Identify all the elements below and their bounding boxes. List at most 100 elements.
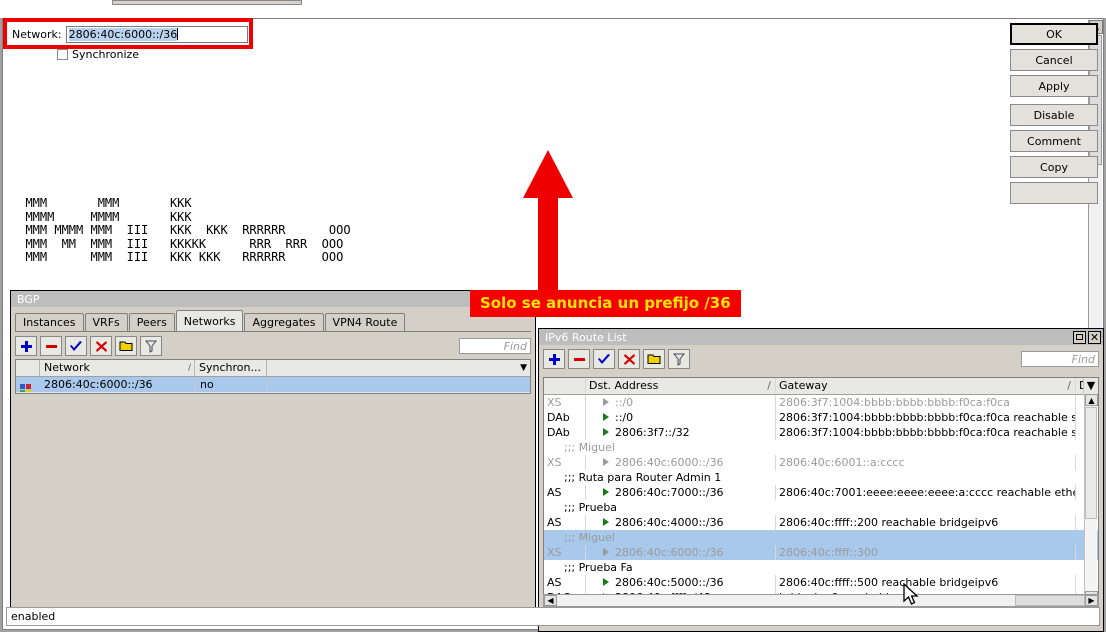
tab-peers[interactable]: Peers: [129, 313, 175, 331]
route-comment-text: ;;; Miguel: [544, 530, 1098, 545]
sort-indicator-icon: /: [767, 378, 771, 393]
filter-button[interactable]: [668, 349, 690, 369]
scroll-up-arrow-icon[interactable]: ▲: [1085, 394, 1098, 406]
route-flags: DAb: [544, 410, 586, 425]
route-expand-icon: [603, 488, 609, 496]
route-dst-address: 2806:40c:7000::/36: [586, 485, 776, 500]
route-flags: XS: [544, 545, 586, 560]
apply-button[interactable]: Apply: [1010, 75, 1098, 97]
route-row[interactable]: AS2806:40c:4000::/362806:40c:ffff::200 r…: [544, 515, 1098, 530]
copy-button[interactable]: Copy: [1010, 156, 1098, 178]
route-gateway: 2806:3f7:1004:bbbb:bbbb:bbbb:f0ca:f0ca: [776, 395, 1076, 410]
col-dst-address[interactable]: Dst. Address /: [586, 378, 776, 393]
bgp-toolbar[interactable]: Find: [11, 332, 535, 359]
dialog-button-column[interactable]: OK Cancel Apply Disable Comment Copy: [1010, 23, 1098, 208]
grid-header-synchronize[interactable]: Synchron...: [195, 360, 267, 376]
route-scroll-thumb[interactable]: [1085, 407, 1097, 519]
route-list-close-icon[interactable]: ✕: [1088, 331, 1101, 344]
remove-button[interactable]: [40, 336, 62, 356]
comment-button[interactable]: [115, 336, 137, 356]
synchronize-checkbox[interactable]: [57, 49, 68, 60]
row-network: 2806:40c:6000::/36: [40, 377, 195, 392]
column-menu-icon[interactable]: ▼: [1083, 378, 1098, 393]
enable-button[interactable]: [593, 349, 615, 369]
tab-aggregates[interactable]: Aggregates: [244, 313, 323, 331]
column-menu-icon[interactable]: ▼: [520, 360, 527, 376]
tab-instances[interactable]: Instances: [15, 313, 84, 331]
bgp-title: BGP: [17, 293, 533, 306]
route-comment-text: ;;; Miguel: [544, 440, 1098, 455]
row-flags: [16, 377, 40, 392]
grid-header-filler: ▼: [267, 360, 530, 376]
route-dst-address: 2806:40c:6000::/36: [586, 545, 776, 560]
grid-header-row: Network/ Synchron... ▼: [16, 360, 530, 377]
disable-button[interactable]: [90, 336, 112, 356]
row-filler: [267, 377, 530, 392]
add-button[interactable]: [543, 349, 565, 369]
route-comment-row[interactable]: ;;; Miguel: [544, 530, 1098, 545]
sort-indicator-icon: /: [1067, 378, 1071, 393]
route-expand-icon: [603, 548, 609, 556]
tab-vpn4-route[interactable]: VPN4 Route: [325, 313, 406, 331]
find-input[interactable]: Find: [1021, 351, 1099, 367]
route-dst-address: ::/0: [586, 410, 776, 425]
route-list-toolbar[interactable]: Find: [539, 345, 1103, 372]
route-comment-row[interactable]: ;;; Prueba Fa: [544, 560, 1098, 575]
col-gateway[interactable]: Gateway /: [776, 378, 1076, 393]
background-window-edge: [112, 0, 302, 5]
remove-button-partial[interactable]: [1010, 182, 1098, 204]
route-gateway: 2806:40c:ffff::300: [776, 545, 1076, 560]
hscroll-track-right[interactable]: [1015, 595, 1085, 606]
bgp-tab-bar[interactable]: Instances VRFs Peers Networks Aggregates…: [15, 311, 535, 331]
mouse-cursor: [903, 583, 919, 607]
bgp-networks-grid[interactable]: Network/ Synchron... ▼ 2806:40c:6000::/3…: [15, 359, 531, 394]
find-input[interactable]: Find: [459, 338, 531, 354]
route-row[interactable]: AS2806:40c:7000::/362806:40c:7001:eeee:e…: [544, 485, 1098, 500]
route-comment-row[interactable]: ;;; Miguel: [544, 440, 1098, 455]
dialog-status-field: enabled: [6, 607, 1100, 626]
route-row[interactable]: XS2806:40c:6000::/362806:40c:6001::a:ccc…: [544, 455, 1098, 470]
bgp-titlebar[interactable]: BGP: [11, 291, 535, 307]
route-expand-icon: [603, 413, 609, 421]
route-comment-row[interactable]: ;;; Ruta para Router Admin 1: [544, 470, 1098, 485]
route-list-titlebar[interactable]: IPv6 Route List ✕: [539, 329, 1103, 345]
tab-vrfs[interactable]: VRFs: [85, 313, 128, 331]
route-list-hscrollbar[interactable]: ◀ ▶: [543, 594, 1099, 607]
route-flags: DAb: [544, 425, 586, 440]
route-expand-icon: [603, 428, 609, 436]
route-row[interactable]: XS2806:40c:6000::/362806:40c:ffff::300: [544, 545, 1098, 560]
route-list-scrollbar[interactable]: ▲ ▼: [1084, 394, 1097, 603]
synchronize-label: Synchronize: [72, 48, 139, 61]
route-rows-container[interactable]: XS::/02806:3f7:1004:bbbb:bbbb:bbbb:f0ca:…: [544, 395, 1098, 605]
disable-button[interactable]: Disable: [1010, 104, 1098, 126]
remove-button[interactable]: [568, 349, 590, 369]
route-row[interactable]: XS::/02806:3f7:1004:bbbb:bbbb:bbbb:f0ca:…: [544, 395, 1098, 410]
filter-button[interactable]: [140, 336, 162, 356]
route-list-restore-icon[interactable]: [1073, 331, 1086, 344]
route-table[interactable]: Dst. Address / Gateway / Distance ▼ XS::…: [543, 377, 1099, 605]
tab-networks[interactable]: Networks: [176, 310, 244, 331]
enable-button[interactable]: [65, 336, 87, 356]
row-synchronize: no: [195, 377, 267, 392]
ok-button[interactable]: OK: [1010, 23, 1098, 45]
route-row[interactable]: DAb::/02806:3f7:1004:bbbb:bbbb:bbbb:f0ca…: [544, 410, 1098, 425]
scroll-right-arrow-icon[interactable]: ▶: [1085, 595, 1098, 606]
add-button[interactable]: [15, 336, 37, 356]
bgp-window[interactable]: BGP Instances VRFs Peers Networks Aggreg…: [10, 290, 536, 622]
synchronize-row[interactable]: Synchronize: [57, 48, 139, 61]
scroll-left-arrow-icon[interactable]: ◀: [544, 595, 557, 606]
route-comment-text: ;;; Prueba Fa: [544, 560, 1098, 575]
route-gateway: 2806:40c:7001:eeee:eeee:eeee:a:cccc reac…: [776, 485, 1076, 500]
col-distance[interactable]: Distance: [1076, 378, 1083, 393]
route-flags: AS: [544, 485, 586, 500]
ipv6-route-list-window[interactable]: IPv6 Route List ✕ Find Dst. Ad: [538, 328, 1104, 632]
comment-button[interactable]: [643, 349, 665, 369]
route-row[interactable]: AS2806:40c:5000::/362806:40c:ffff::500 r…: [544, 575, 1098, 590]
cancel-button[interactable]: Cancel: [1010, 49, 1098, 71]
grid-header-network[interactable]: Network/: [40, 360, 195, 376]
table-row[interactable]: 2806:40c:6000::/36 no: [16, 377, 530, 393]
route-comment-row[interactable]: ;;; Prueba: [544, 500, 1098, 515]
disable-button[interactable]: [618, 349, 640, 369]
comment-button[interactable]: Comment: [1010, 130, 1098, 152]
route-row[interactable]: DAb2806:3f7::/322806:3f7:1004:bbbb:bbbb:…: [544, 425, 1098, 440]
